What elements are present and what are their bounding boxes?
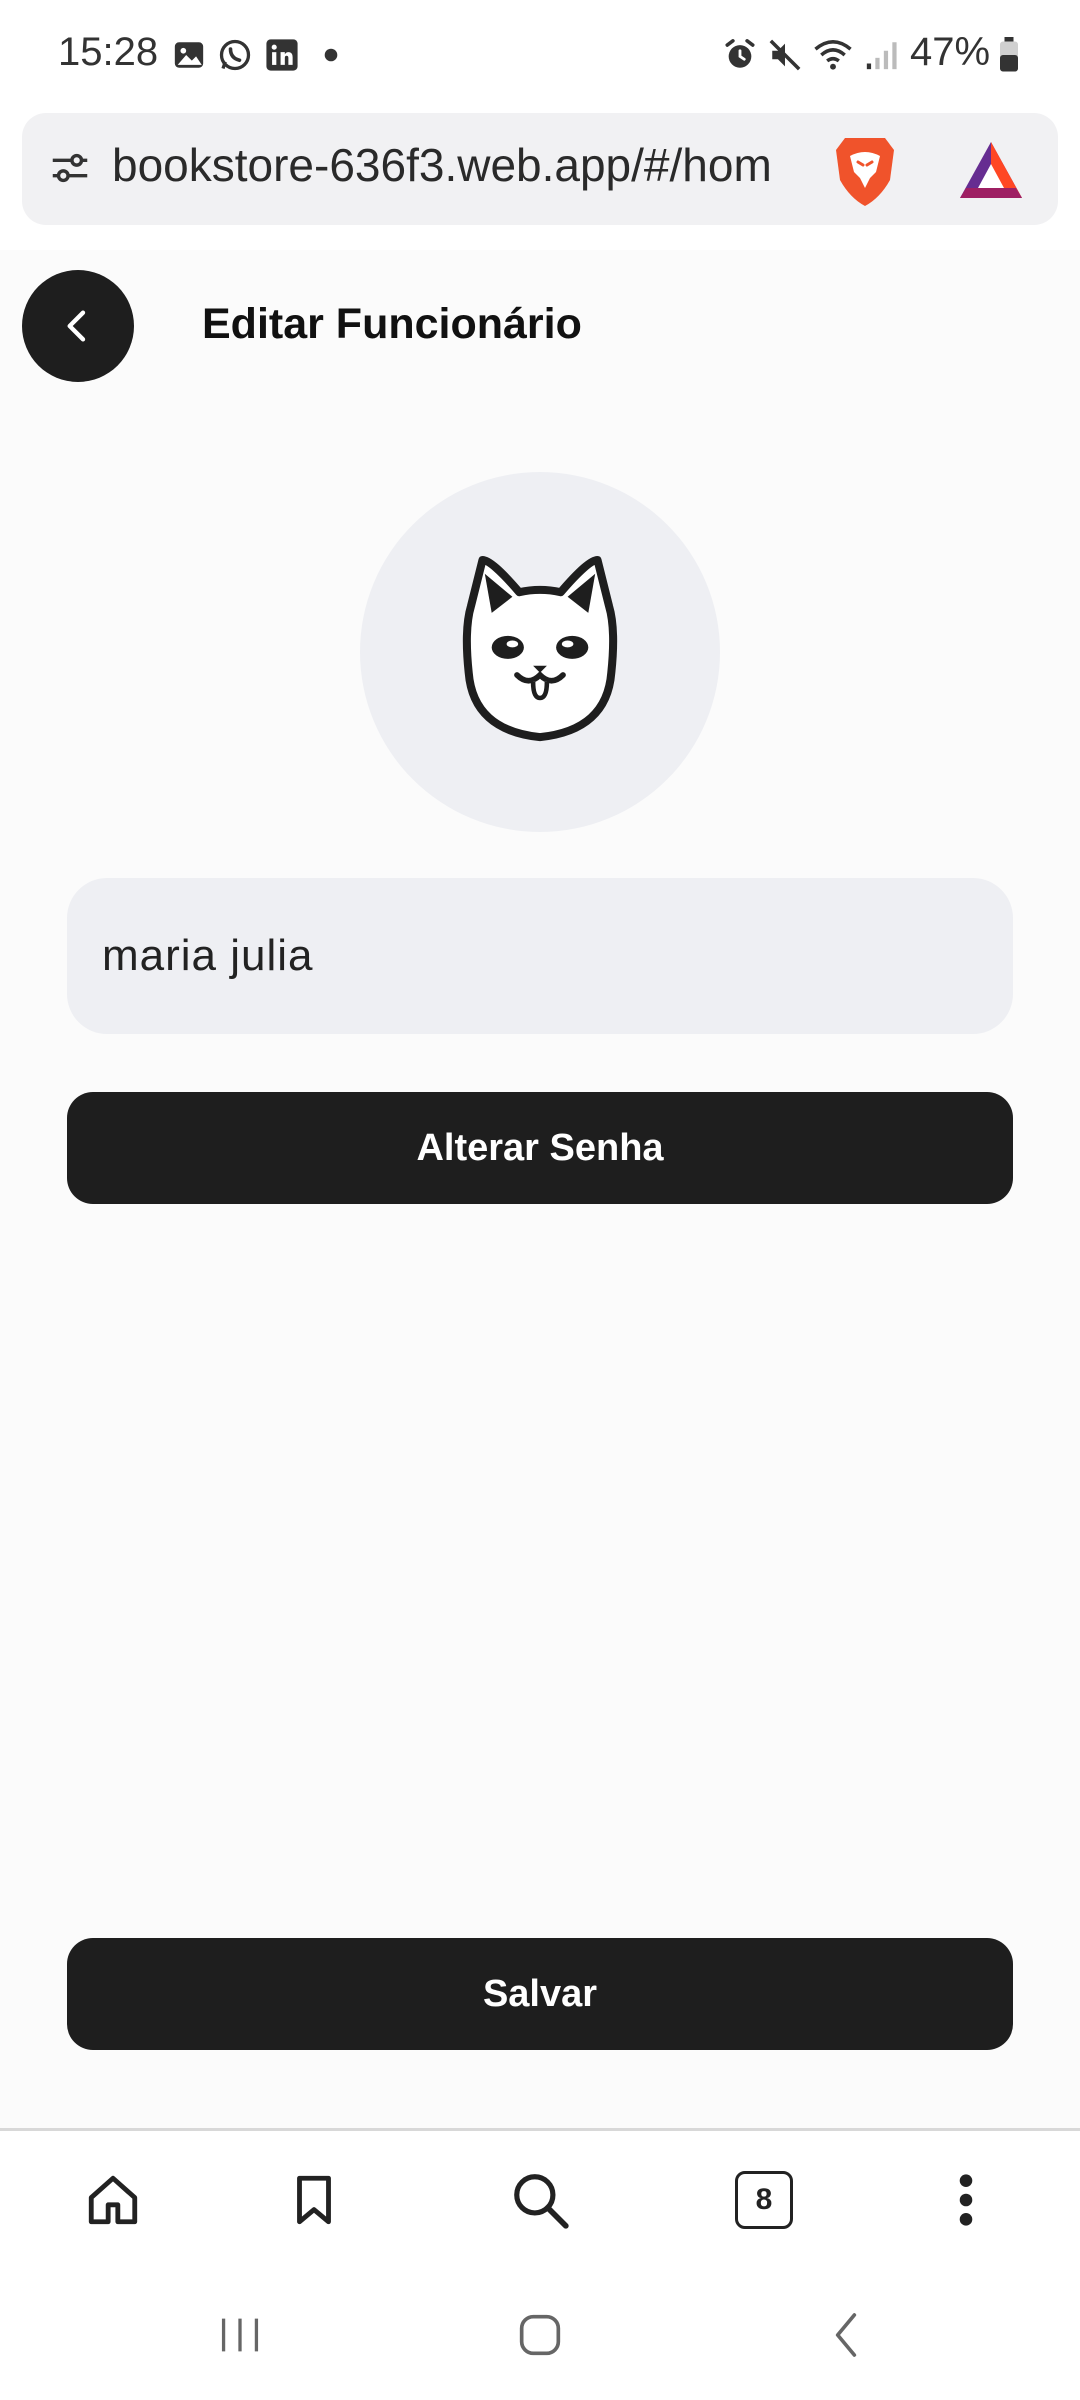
gallery-icon xyxy=(170,36,208,74)
name-field[interactable] xyxy=(67,878,1013,1034)
avatar[interactable] xyxy=(360,472,720,832)
wifi-icon xyxy=(814,36,852,74)
bat-rewards-icon[interactable] xyxy=(956,138,1026,204)
home-nav-icon[interactable] xyxy=(500,2300,580,2370)
bookmark-icon[interactable] xyxy=(274,2160,354,2240)
cat-avatar-icon xyxy=(462,555,618,742)
dot-icon xyxy=(312,36,350,74)
url-text[interactable]: bookstore-636f3.web.app/#/hom xyxy=(112,138,812,198)
change-password-button[interactable]: Alterar Senha xyxy=(67,1092,1013,1204)
battery-icon xyxy=(990,36,1028,74)
whatsapp-icon xyxy=(216,36,254,74)
recent-apps-icon[interactable] xyxy=(200,2300,280,2370)
search-icon[interactable] xyxy=(500,2160,580,2240)
status-time: 15:28 xyxy=(58,30,159,74)
signal-icon xyxy=(862,36,900,74)
tab-count: 8 xyxy=(735,2171,793,2229)
brave-shield-icon[interactable] xyxy=(830,132,900,208)
mute-icon xyxy=(766,36,804,74)
back-button[interactable] xyxy=(22,270,134,382)
tabs-icon[interactable]: 8 xyxy=(724,2160,804,2240)
back-nav-icon[interactable] xyxy=(806,2300,886,2370)
site-settings-icon[interactable] xyxy=(42,140,98,196)
alarm-icon xyxy=(721,36,759,74)
page-title: Editar Funcionário xyxy=(202,300,582,348)
more-icon[interactable] xyxy=(926,2160,1006,2240)
chevron-left-icon xyxy=(67,310,86,342)
linkedin-icon xyxy=(263,36,301,74)
save-button[interactable]: Salvar xyxy=(67,1938,1013,2050)
battery-percent: 47% xyxy=(910,30,991,74)
home-icon[interactable] xyxy=(73,2160,153,2240)
